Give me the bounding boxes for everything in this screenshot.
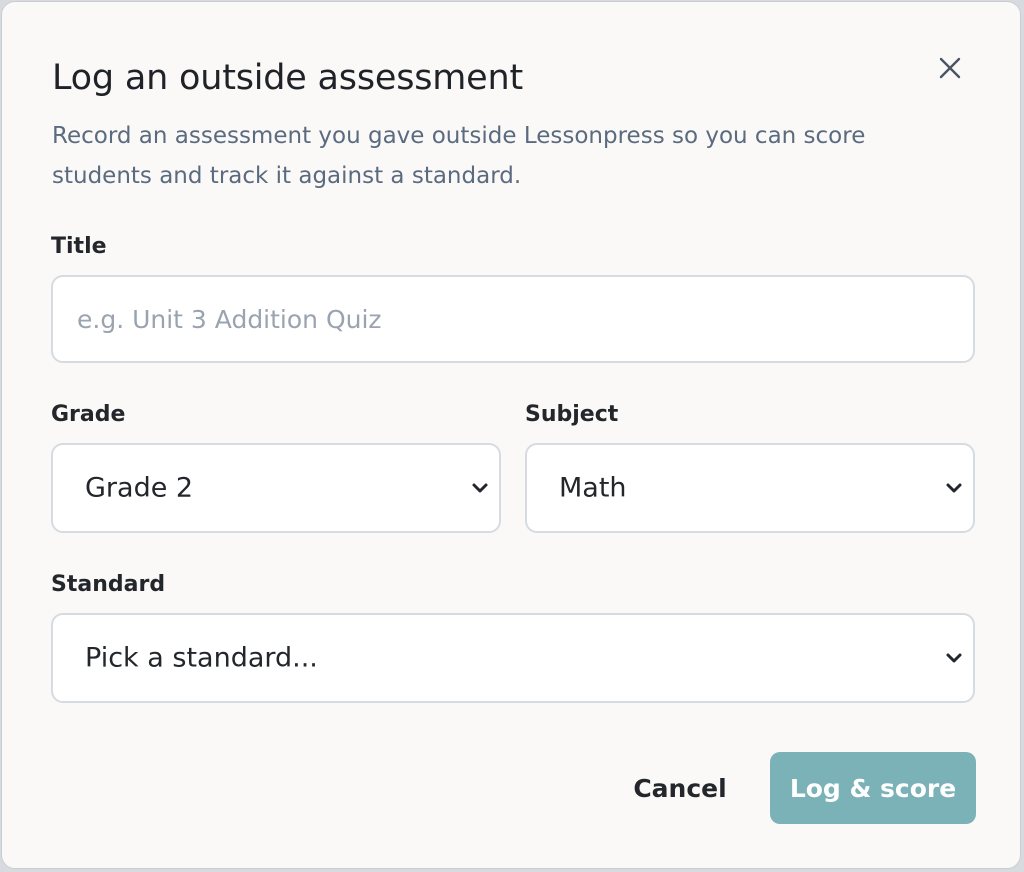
subject-select[interactable]: Math — [525, 443, 975, 533]
close-button[interactable] — [932, 50, 968, 86]
log-assessment-dialog: Log an outside assessment Record an asse… — [1, 1, 1021, 869]
chevron-down-icon — [946, 483, 962, 493]
subject-selected-value: Math — [559, 472, 627, 504]
chevron-down-icon — [472, 483, 488, 493]
dialog-subtitle: Record an assessment you gave outside Le… — [52, 123, 866, 189]
grade-select[interactable]: Grade 2 — [51, 443, 501, 533]
title-label: Title — [51, 234, 107, 259]
grade-selected-value: Grade 2 — [85, 472, 194, 504]
subject-label: Subject — [525, 402, 619, 427]
cancel-button[interactable]: Cancel — [622, 752, 738, 824]
close-icon — [939, 57, 961, 79]
log-and-score-button[interactable]: Log & score — [770, 752, 976, 824]
chevron-down-icon — [946, 653, 962, 663]
standard-select[interactable]: Pick a standard... — [51, 613, 975, 703]
standard-label: Standard — [51, 572, 166, 597]
dialog-title: Log an outside assessment — [52, 58, 524, 98]
title-input[interactable] — [51, 275, 975, 363]
standard-selected-value: Pick a standard... — [85, 642, 318, 674]
grade-label: Grade — [51, 402, 126, 427]
